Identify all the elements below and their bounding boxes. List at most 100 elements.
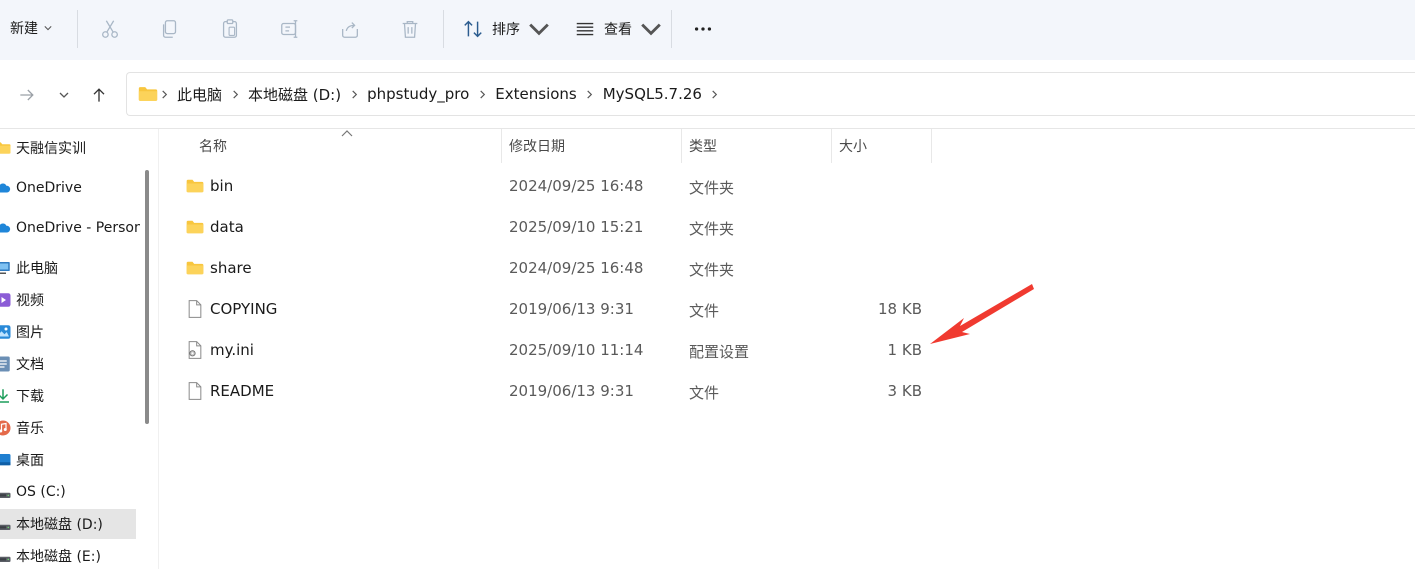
file-modified-date: 2025/09/10 15:21 bbox=[509, 218, 644, 236]
breadcrumb-item[interactable]: MySQL5.7.26 bbox=[595, 85, 710, 103]
sidebar-item[interactable]: OneDrive - Personal bbox=[0, 213, 140, 243]
chevron-right-icon[interactable] bbox=[230, 89, 240, 99]
breadcrumb-item[interactable]: phpstudy_pro bbox=[359, 85, 477, 103]
folder-icon bbox=[185, 258, 205, 278]
column-header-modified-label: 修改日期 bbox=[509, 139, 565, 155]
file-row[interactable]: my.ini 2025/09/10 11:14 配置设置 1 KB bbox=[159, 331, 939, 371]
file-modified-date: 2019/06/13 9:31 bbox=[509, 300, 634, 318]
annotation-arrow-icon bbox=[930, 284, 1034, 344]
file-list: 名称 修改日期 类型 大小 bin 2024/09/25 16:48 文件夹 data… bbox=[159, 129, 1415, 569]
breadcrumb-item[interactable]: 本地磁盘 (D:) bbox=[240, 84, 349, 105]
sidebar-item-label: 本地磁盘 (E:) bbox=[16, 549, 101, 565]
address-bar[interactable]: 此电脑 本地磁盘 (D:) phpstudy_pro Extensions MySQL5… bbox=[126, 72, 1415, 116]
column-header-name[interactable]: 名称 bbox=[199, 129, 227, 163]
folder-icon bbox=[138, 87, 158, 101]
file-row[interactable]: README 2019/06/13 9:31 文件 3 KB bbox=[159, 372, 939, 412]
sidebar-item[interactable]: OneDrive bbox=[0, 173, 140, 203]
file-modified-date: 2024/09/25 16:48 bbox=[509, 259, 644, 277]
desktop-icon bbox=[0, 451, 12, 469]
file-row[interactable]: bin 2024/09/25 16:48 文件夹 bbox=[159, 167, 939, 207]
download-icon bbox=[0, 387, 12, 405]
rename-icon[interactable] bbox=[277, 16, 303, 42]
file-size: 1 KB bbox=[887, 341, 922, 359]
computer-icon bbox=[0, 259, 12, 277]
file-icon bbox=[185, 299, 205, 319]
file-name: COPYING bbox=[210, 300, 278, 318]
sidebar-item[interactable]: 下载 bbox=[0, 381, 140, 411]
sidebar-item-label: 音乐 bbox=[16, 421, 44, 437]
file-row[interactable]: share 2024/09/25 16:48 文件夹 bbox=[159, 249, 939, 289]
up-arrow-icon[interactable] bbox=[86, 82, 112, 108]
sort-button[interactable]: 排序 bbox=[462, 16, 550, 42]
sidebar-item[interactable]: 图片 bbox=[0, 317, 140, 347]
breadcrumb-item[interactable]: 此电脑 bbox=[169, 84, 230, 105]
config-file-icon bbox=[185, 340, 205, 360]
file-name: my.ini bbox=[210, 341, 254, 359]
file-size: 18 KB bbox=[878, 300, 922, 318]
chevron-right-icon[interactable] bbox=[477, 89, 487, 99]
file-size: 3 KB bbox=[887, 382, 922, 400]
pictures-icon bbox=[0, 323, 12, 341]
sidebar-item[interactable]: 天融信实训 bbox=[0, 133, 140, 163]
cut-icon[interactable] bbox=[97, 16, 123, 42]
chevron-right-icon[interactable] bbox=[585, 89, 595, 99]
column-divider[interactable] bbox=[931, 129, 932, 163]
column-header-size[interactable]: 大小 bbox=[839, 129, 867, 163]
copy-icon[interactable] bbox=[157, 16, 183, 42]
sidebar-item[interactable]: OS (C:) bbox=[0, 477, 140, 507]
navigation-bar: 此电脑 本地磁盘 (D:) phpstudy_pro Extensions MySQL5… bbox=[0, 62, 1415, 128]
sidebar-item-label: 下载 bbox=[16, 389, 44, 405]
more-options-icon[interactable] bbox=[690, 16, 716, 42]
file-row[interactable]: data 2025/09/10 15:21 文件夹 bbox=[159, 208, 939, 248]
column-header-modified[interactable]: 修改日期 bbox=[509, 129, 565, 163]
sidebar-item-label: 桌面 bbox=[16, 453, 44, 469]
file-type: 文件夹 bbox=[689, 179, 735, 197]
navigation-pane: 天融信实训 OneDrive OneDrive - Personal 此电脑视频图片文… bbox=[0, 129, 158, 569]
sidebar-item[interactable]: 本地磁盘 (D:) bbox=[0, 509, 136, 539]
video-icon bbox=[0, 291, 12, 309]
recent-locations-chevron-icon[interactable] bbox=[51, 82, 77, 108]
view-button[interactable]: 查看 bbox=[574, 16, 662, 42]
folder-icon bbox=[0, 139, 12, 157]
column-divider[interactable] bbox=[831, 129, 832, 163]
file-row[interactable]: COPYING 2019/06/13 9:31 文件 18 KB bbox=[159, 290, 939, 330]
file-modified-date: 2019/06/13 9:31 bbox=[509, 382, 634, 400]
sidebar-item-label: 此电脑 bbox=[16, 261, 58, 277]
sidebar-item[interactable]: 视频 bbox=[0, 285, 140, 315]
chevron-right-icon[interactable] bbox=[159, 89, 169, 99]
sidebar-item[interactable]: 本地磁盘 (E:) bbox=[0, 541, 140, 569]
file-name: README bbox=[210, 382, 275, 400]
file-type: 文件 bbox=[689, 384, 720, 402]
file-modified-date: 2024/09/25 16:48 bbox=[509, 177, 644, 195]
folder-icon bbox=[185, 217, 205, 237]
file-name: bin bbox=[210, 177, 234, 195]
paste-icon[interactable] bbox=[217, 16, 243, 42]
sidebar-item-label: 天融信实训 bbox=[16, 141, 86, 157]
chevron-down-icon bbox=[44, 26, 52, 31]
sidebar-item-label: OneDrive - Personal bbox=[16, 220, 140, 236]
forward-arrow-icon[interactable] bbox=[14, 82, 40, 108]
column-divider[interactable] bbox=[681, 129, 682, 163]
column-divider[interactable] bbox=[501, 129, 502, 163]
sidebar-item[interactable]: 此电脑 bbox=[0, 253, 140, 283]
command-bar: 新建 排序 查看 bbox=[0, 0, 1415, 60]
column-header-name-label: 名称 bbox=[199, 139, 227, 155]
music-icon bbox=[0, 419, 12, 437]
sidebar-item[interactable]: 音乐 bbox=[0, 413, 140, 443]
drive-icon bbox=[0, 547, 12, 565]
column-header-type[interactable]: 类型 bbox=[689, 129, 717, 163]
share-icon[interactable] bbox=[337, 16, 363, 42]
file-type: 文件夹 bbox=[689, 261, 735, 279]
sort-icon bbox=[464, 20, 482, 38]
column-header-size-label: 大小 bbox=[839, 139, 867, 155]
sidebar-item[interactable]: 桌面 bbox=[0, 445, 140, 475]
sidebar-scrollbar[interactable] bbox=[145, 170, 149, 424]
new-button[interactable]: 新建 bbox=[10, 18, 52, 38]
sidebar-item[interactable]: 文档 bbox=[0, 349, 140, 379]
delete-icon[interactable] bbox=[397, 16, 423, 42]
chevron-right-icon[interactable] bbox=[710, 89, 720, 99]
breadcrumb: 此电脑 本地磁盘 (D:) phpstudy_pro Extensions MySQL5… bbox=[159, 84, 720, 105]
breadcrumb-item[interactable]: Extensions bbox=[487, 85, 584, 103]
chevron-right-icon[interactable] bbox=[349, 89, 359, 99]
view-list-icon bbox=[576, 22, 594, 36]
